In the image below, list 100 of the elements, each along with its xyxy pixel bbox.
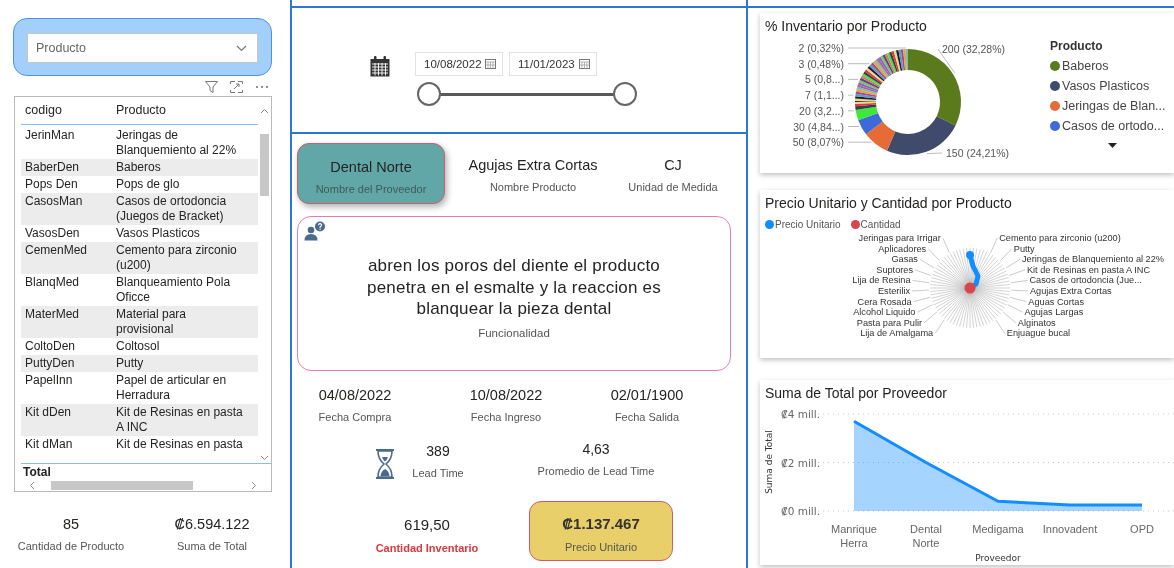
slider-thumb[interactable] [417,82,441,106]
table-cell-text: Jeringas de Blanquemiento al 22% [116,127,238,158]
category-label: Alginatos [1017,317,1056,328]
scroll-up-icon[interactable] [260,108,269,114]
category-label: Casos de ortodoncia (Jue... [1029,275,1142,286]
legend-label[interactable]: Vasos Plasticos [1062,79,1150,93]
chart-title: Precio Unitario y Cantidad por Producto [764,194,1013,211]
category-label: Putty [1013,243,1035,254]
card-label: Promedio de Lead Time [537,465,655,477]
scroll-down-icon[interactable] [1108,143,1117,148]
leader-line [1010,289,1029,292]
leader-line [911,289,930,292]
card-value: CJ [664,157,682,173]
leader-line [1009,296,1027,302]
category-label: OPD [1130,523,1154,535]
leader-line [934,319,945,334]
table-cell-text: Kit dDen [24,404,73,421]
category-label: Alcohol Liquido [853,307,916,318]
data-label: 30 (4,84...) [793,120,844,133]
card-value: Agujas Extra Cortas [468,157,598,173]
card-label: Unidad de Medida [628,181,718,193]
leader-line [995,319,1006,334]
slider-thumb[interactable] [613,82,637,106]
leader-line [990,237,998,253]
leader-line [942,237,950,253]
axis-tick-label: ₡2 mill. [781,456,821,469]
leader-line [1010,280,1028,284]
category-label: Aplicadores [878,243,927,254]
table-cell-text: Vasos Plasticos [116,225,201,241]
chart-title: % Inventario por Producto [764,17,928,34]
scroll-left-icon[interactable] [29,481,35,490]
table-cell-text: Material para provisional [116,306,188,337]
data-label: 2 (0,32%) [798,42,844,54]
category-label: Cera Rosada [857,296,912,307]
category-label: Kit de Resinas en pasta A INC [1026,264,1151,275]
legend-label[interactable]: Cantidad [860,219,901,230]
axis-title: Suma de Total [764,430,774,494]
leader-line [847,79,859,80]
table-cell-text: CemenMed [24,242,89,259]
legend-label[interactable]: Precio Unitario [775,219,841,230]
table-cell-text: Pops de glo [116,176,181,192]
data-label: 150 (24,21%) [946,147,1010,159]
category-label: Manrique Herra [831,523,877,549]
column-header[interactable]: codigo [21,103,116,118]
category-label: Dental Norte [910,523,942,549]
category-label: Cemento para zirconio (u200) [999,233,1121,243]
card-label: Nombre Producto [489,181,577,193]
table-cell-text: ColtoDen [24,338,77,354]
leader-line [847,110,855,112]
data-label: 200 (32,28%) [942,43,1006,55]
card-value: 04/08/2022 [318,387,392,403]
table-cell-text: VasosDen [24,225,81,241]
quantity-marker[interactable] [964,282,976,294]
table-cell-text: Pops Den [24,176,79,192]
card-label: Cantidad de Producto [17,540,125,552]
card-value: 02/01/1900 [610,387,684,403]
category-label: Medigama [972,523,1024,535]
data-label: 3 (0,48%) [798,57,844,70]
card-label: Precio Unitario [564,541,638,553]
product-dropdown[interactable]: Producto [27,33,258,63]
legend-label[interactable]: Baberos [1062,59,1109,73]
table-cell: Kit de Resinas en pasta [116,436,243,452]
category-label: Pasta para Pulir [856,317,923,328]
end-date-field[interactable]: 11/01/2023 [509,52,597,76]
focus-mode-icon[interactable] [230,80,243,93]
chevron-down-icon [236,44,247,52]
leader-line [847,126,860,127]
card-label: Funcionalidad [478,326,550,339]
category-label: Jeringas para Irrigar [858,233,941,243]
table-cell-text: Baberos [116,159,162,175]
column-header[interactable]: Producto [116,103,243,118]
table-cell-text: Cemento para zirconio (u200) [116,242,238,273]
category-label: Esterilix [877,286,911,296]
start-date-field[interactable]: 10/08/2022 [415,52,503,76]
leader-line [847,47,907,49]
category-label: Lija de Resina [852,275,911,286]
card-label: Cantidad Inventario [375,542,479,554]
data-label: 20 (3,2...) [799,104,844,117]
legend-title: Producto [1050,39,1104,53]
leader-line [1000,248,1013,261]
card-value: ₡1.137.467 [562,515,640,532]
card-label: Fecha Compra [318,411,392,423]
leader-line [847,141,872,143]
card-value: 10/08/2022 [469,387,543,403]
data-label: 5 (0,8...) [804,73,844,86]
filter-icon[interactable] [205,80,218,93]
legend-label[interactable]: Jeringas de Blan... [1062,99,1166,113]
category-label: Agujas Extra Cortas [1029,286,1112,296]
card-value: Dental Norte [330,159,412,175]
more-options-icon[interactable] [255,84,269,89]
table-cell-text: Kit dMan [24,436,74,452]
person-question-icon [304,221,326,241]
leader-line [926,152,943,154]
legend-label[interactable]: Casos de ortodo... [1062,119,1165,133]
table-cell-text: Blanqueamiento Pola Oficce [116,274,232,305]
leader-line [927,248,940,261]
card-value: 389 [426,443,450,459]
scroll-right-icon[interactable] [251,481,257,490]
leader-line [847,63,870,65]
leader-line [912,280,930,284]
